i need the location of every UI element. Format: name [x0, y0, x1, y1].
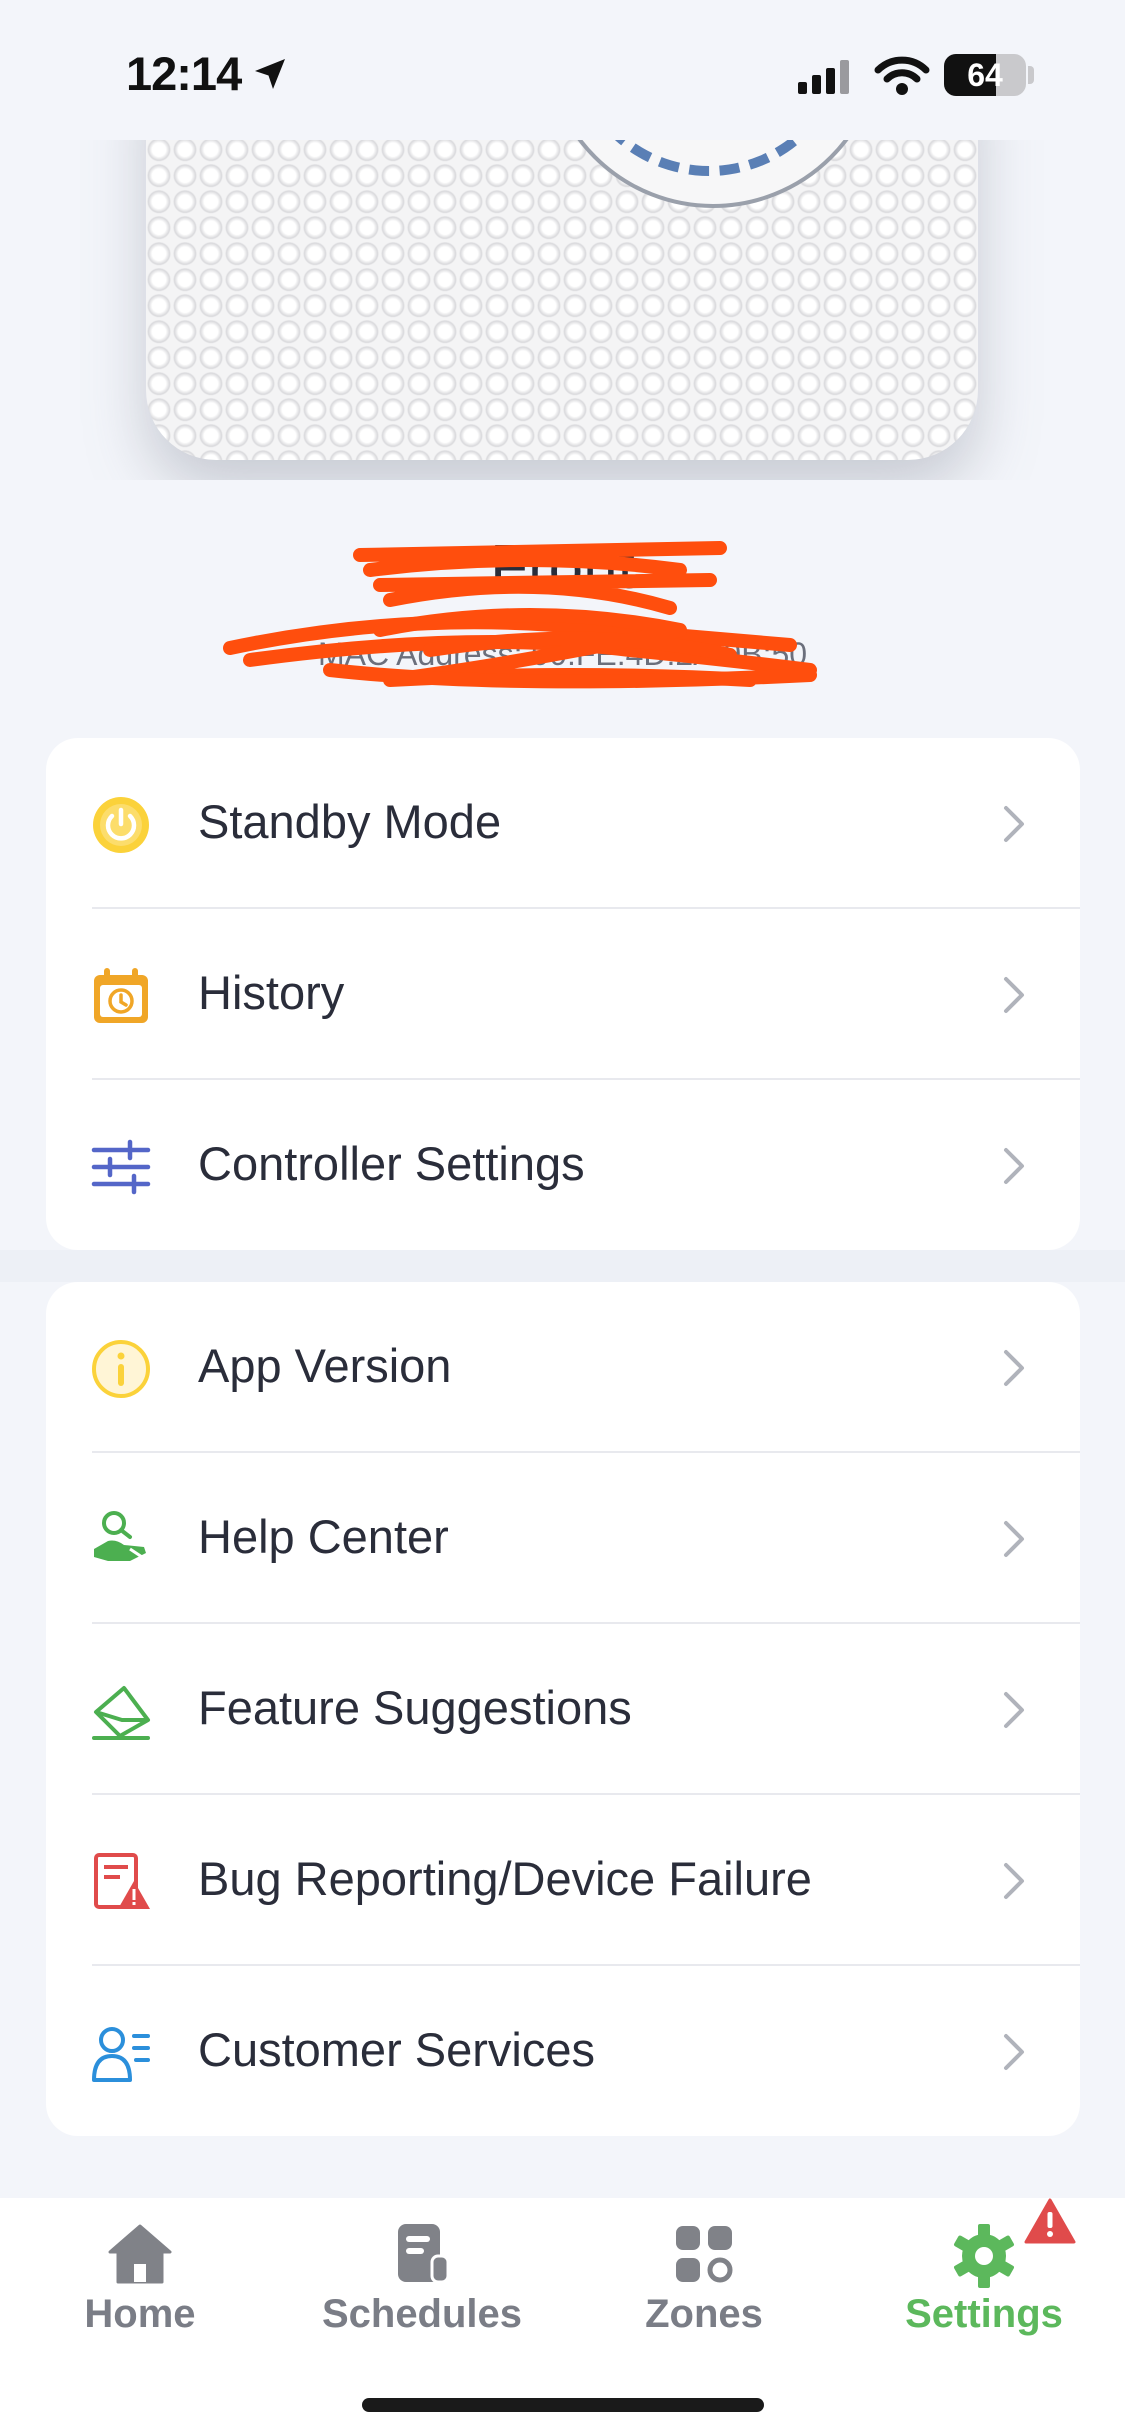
settings-card-device: Standby Mode History Controller Settings: [46, 738, 1080, 1250]
tab-label: Schedules: [321, 2292, 523, 2336]
sliders-icon: [91, 1139, 151, 1195]
tab-label: Settings: [905, 2292, 1063, 2336]
customer-service-icon: [92, 2027, 150, 2082]
row-label: History: [198, 966, 345, 1019]
row-label: Bug Reporting/Device Failure: [198, 1852, 812, 1905]
home-icon: [108, 2224, 172, 2284]
battery-tip: [1028, 66, 1034, 84]
history-calendar-icon: [94, 968, 148, 1023]
chevron-right-icon: [1004, 1863, 1024, 1899]
dial-ring: [568, 140, 850, 176]
row-help-center[interactable]: Help Center: [46, 1453, 1080, 1624]
chevron-right-icon: [1004, 1521, 1024, 1557]
row-feature-suggestions[interactable]: Feature Suggestions: [46, 1624, 1080, 1795]
info-icon: [92, 1340, 150, 1398]
chevron-right-icon: [1004, 977, 1024, 1013]
tab-label: Zones: [645, 2292, 763, 2336]
row-controller-settings[interactable]: Controller Settings: [46, 1080, 1080, 1250]
tab-home[interactable]: Home: [0, 2198, 280, 2398]
redaction-scribble: [223, 541, 817, 689]
controller-dial: [544, 140, 882, 208]
chevron-right-icon: [1004, 1350, 1024, 1386]
cellular-signal-icon: [798, 60, 849, 94]
tab-zones[interactable]: Zones: [564, 2198, 844, 2398]
row-label: App Version: [198, 1339, 452, 1392]
status-bar: 12:14 64: [0, 0, 1125, 140]
row-label: Help Center: [198, 1510, 449, 1563]
row-history[interactable]: History: [46, 909, 1080, 1080]
settings-card-support: App Version Help Center Feature Suggesti…: [46, 1282, 1080, 2136]
tab-schedules[interactable]: Schedules: [282, 2198, 562, 2398]
row-standby-mode[interactable]: Standby Mode: [46, 738, 1080, 909]
chevron-right-icon: [1004, 806, 1024, 842]
tab-settings[interactable]: Settings: [844, 2198, 1124, 2398]
chevron-right-icon: [1004, 1148, 1024, 1184]
row-app-version[interactable]: App Version: [46, 1282, 1080, 1453]
bug-report-icon: [94, 1853, 150, 1909]
status-time: 12:14: [126, 47, 242, 100]
controller-body: [146, 140, 978, 460]
row-bug-reporting[interactable]: Bug Reporting/Device Failure: [46, 1795, 1080, 1966]
row-label: Customer Services: [198, 2023, 595, 2076]
gear-icon: [954, 2224, 1014, 2288]
help-hand-icon: [94, 1511, 146, 1561]
alert-warning-icon: [1024, 2198, 1076, 2244]
controller-device-image: [0, 140, 1125, 480]
battery-indicator: 64: [944, 54, 1026, 96]
home-indicator: [362, 2398, 764, 2412]
chevron-right-icon: [1004, 2034, 1024, 2070]
tab-label: Home: [84, 2292, 196, 2336]
section-separator: [0, 1250, 1125, 1282]
row-customer-services[interactable]: Customer Services: [46, 1966, 1080, 2136]
envelope-icon: [92, 1686, 150, 1740]
schedules-icon: [398, 2224, 450, 2284]
row-label: Feature Suggestions: [198, 1681, 632, 1734]
chevron-right-icon: [1004, 1692, 1024, 1728]
row-label: Standby Mode: [198, 795, 502, 848]
wifi-icon: [874, 56, 930, 95]
battery-percent: 64: [967, 57, 1003, 93]
power-icon: [93, 797, 149, 853]
row-label: Controller Settings: [198, 1137, 585, 1190]
zones-icon: [676, 2226, 733, 2283]
location-arrow-icon: [255, 59, 285, 89]
